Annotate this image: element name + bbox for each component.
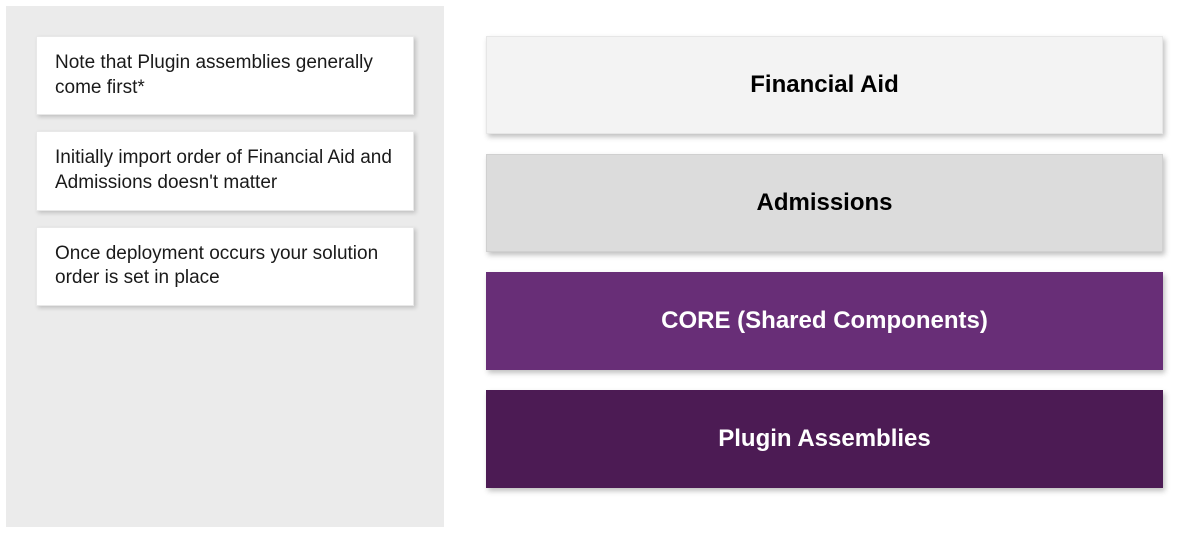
note-card: Once deployment occurs your solution ord… bbox=[36, 227, 414, 306]
layer-financial-aid: Financial Aid bbox=[486, 36, 1163, 134]
layers-panel: Financial Aid Admissions CORE (Shared Co… bbox=[444, 6, 1195, 527]
layer-label: Plugin Assemblies bbox=[718, 425, 931, 453]
note-text: Once deployment occurs your solution ord… bbox=[55, 243, 378, 289]
layer-label: Admissions bbox=[756, 189, 892, 217]
note-text: Initially import order of Financial Aid … bbox=[55, 147, 392, 193]
layer-label: CORE (Shared Components) bbox=[661, 307, 988, 335]
note-card: Note that Plugin assemblies generally co… bbox=[36, 36, 414, 115]
notes-panel: Note that Plugin assemblies generally co… bbox=[6, 6, 444, 527]
note-text: Note that Plugin assemblies generally co… bbox=[55, 52, 373, 98]
layer-plugin-assemblies: Plugin Assemblies bbox=[486, 390, 1163, 488]
layer-admissions: Admissions bbox=[486, 154, 1163, 252]
layer-label: Financial Aid bbox=[750, 71, 898, 99]
layer-core-shared: CORE (Shared Components) bbox=[486, 272, 1163, 370]
note-card: Initially import order of Financial Aid … bbox=[36, 131, 414, 210]
